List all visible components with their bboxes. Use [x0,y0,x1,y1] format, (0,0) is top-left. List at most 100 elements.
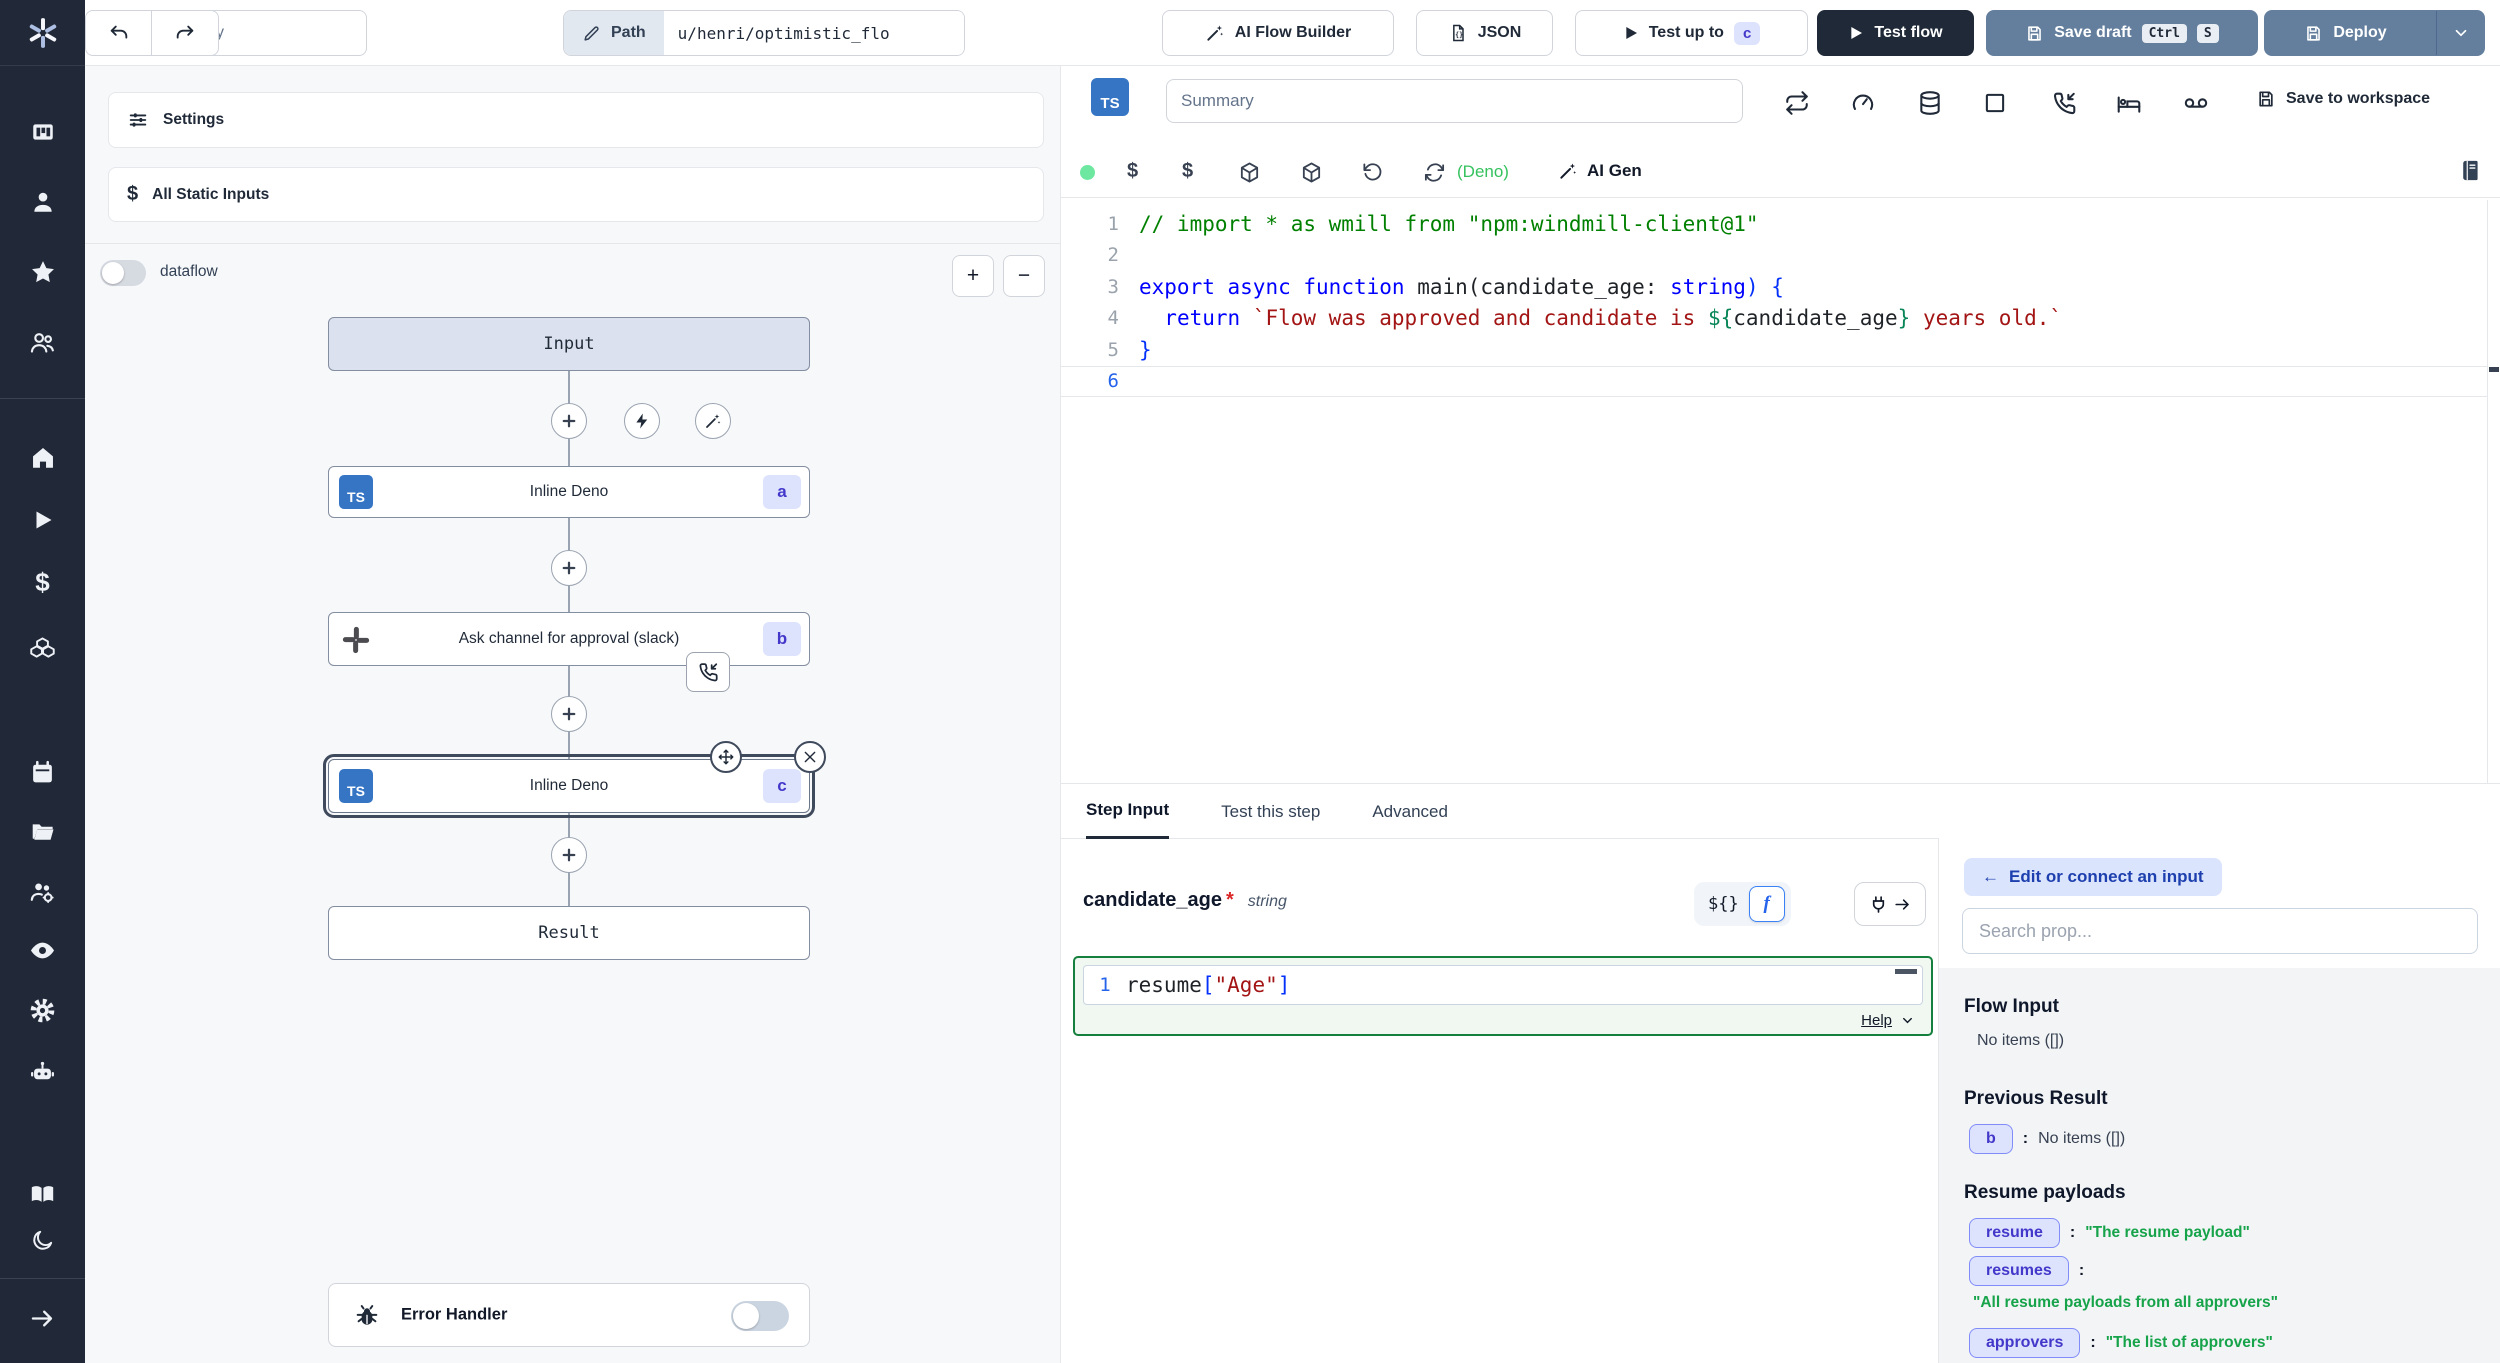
flow-settings-row[interactable]: Settings [108,92,1044,148]
line-number: 3 [1061,276,1119,298]
add-trigger-button[interactable] [624,403,660,439]
template-mode-button[interactable]: ${} [1708,894,1739,914]
deploy-dropdown-button[interactable] [2436,11,2484,55]
help-link[interactable]: Help [1861,1012,1892,1029]
add-step-button[interactable] [551,837,587,873]
deploy-button[interactable]: Deploy [2265,11,2426,55]
node-id-badge: a [763,475,801,509]
settings-gear-icon[interactable] [29,996,57,1024]
chevron-down-icon [2452,24,2470,42]
bot-icon[interactable] [29,1058,57,1086]
edit-or-connect-button[interactable]: ← Edit or connect an input [1964,858,2222,896]
code-line[interactable]: 5} [1061,334,2487,366]
apps-icon[interactable] [29,118,57,146]
ai-gen-button[interactable]: AI Gen [1558,161,1642,181]
test-up-to-button[interactable]: Test up to c [1575,10,1808,56]
error-handler-toggle[interactable] [731,1301,789,1331]
docs-book-icon[interactable] [29,1180,57,1208]
zoom-in-button[interactable]: + [952,255,994,297]
windmill-logo-icon [26,16,60,50]
dark-mode-moon-icon[interactable] [29,1226,57,1254]
deno-language-label[interactable]: (Deno) [1457,162,1509,182]
early-stop-square-icon[interactable] [1982,90,2008,116]
expression-editor[interactable]: 1 resume["Age"] [1083,965,1923,1005]
path-input[interactable] [664,11,964,55]
user-icon[interactable] [29,188,57,216]
audit-eye-icon[interactable] [29,936,57,964]
all-static-inputs-row[interactable]: $ All Static Inputs [108,167,1044,222]
reset-history-icon[interactable] [1361,161,1384,184]
move-node-button[interactable] [710,741,742,773]
mock-voicemail-icon[interactable] [2183,90,2209,116]
flow-graph-panel: Settings $ All Static Inputs dataflow + … [85,66,1060,1363]
refresh-language-icon[interactable] [1423,161,1446,184]
undo-button[interactable] [86,11,152,55]
flow-node-b[interactable]: Ask channel for approval (slack) b [328,612,810,666]
expand-arrow-icon[interactable] [29,1304,57,1332]
step-summary-input[interactable] [1166,79,1743,123]
retry-icon[interactable] [1784,90,1810,116]
approvers-row: approvers : "The list of approvers" [1969,1328,2273,1358]
contextual-variable-dollar-icon[interactable]: $ [1182,160,1193,183]
variable-dollar-icon[interactable]: $ [1127,160,1138,183]
test-flow-button[interactable]: Test flow [1817,10,1974,56]
mini-scrollbar[interactable] [1895,969,1917,974]
script-library-icon[interactable] [2459,159,2482,182]
code-line[interactable]: 3export async function main(candidate_ag… [1061,271,2487,303]
prop-badge-resumes[interactable]: resumes [1969,1256,2069,1286]
windmill-logo[interactable] [0,0,85,66]
required-asterisk: * [1226,889,1234,912]
prop-badge-b[interactable]: b [1969,1124,2013,1154]
workers-icon[interactable] [29,878,57,906]
suspend-phone-incoming-icon[interactable] [2051,90,2077,116]
code-line[interactable]: 4 return `Flow was approved and candidat… [1061,303,2487,335]
dataflow-toggle[interactable] [100,260,146,286]
zoom-out-button[interactable]: − [1003,255,1045,297]
flow-node-input[interactable]: Input [328,317,810,371]
redo-icon [174,22,196,44]
prop-badge-approvers[interactable]: approvers [1969,1328,2080,1358]
code-line[interactable]: 2 [1061,240,2487,272]
save-draft-button[interactable]: Save draft Ctrl S [1986,10,2258,56]
search-prop-input[interactable] [1962,908,2478,954]
resources-boxes-icon[interactable] [29,632,57,660]
code-line[interactable]: 1// import * as wmill from "npm:windmill… [1061,208,2487,240]
ai-add-step-button[interactable] [695,403,731,439]
flow-node-a[interactable]: TS Inline Deno a [328,466,810,518]
add-step-button[interactable] [551,696,587,732]
folders-icon[interactable] [29,818,57,846]
schedules-calendar-icon[interactable] [29,758,57,786]
sleep-bed-icon[interactable] [2116,90,2142,116]
expression-editor-box[interactable]: 1 resume["Age"] Help [1073,956,1933,1036]
code-editor[interactable]: 1// import * as wmill from "npm:windmill… [1061,208,2487,397]
variables-dollar-icon[interactable]: $ [29,568,57,596]
editor-scroll-gutter[interactable] [2487,200,2488,783]
plus-icon [560,705,578,723]
star-icon[interactable] [29,258,57,286]
save-to-workspace-button[interactable]: Save to workspace [2256,89,2430,109]
redo-button[interactable] [152,11,218,55]
path-label[interactable]: Path [564,11,664,55]
users-group-icon[interactable] [29,328,57,356]
add-step-button[interactable] [551,403,587,439]
concurrency-gauge-icon[interactable] [1850,90,1876,116]
delete-node-button[interactable] [794,741,826,773]
code-line[interactable]: 6 [1061,366,2487,398]
tab-advanced[interactable]: Advanced [1372,784,1448,839]
tab-test-this-step[interactable]: Test this step [1221,784,1320,839]
ai-flow-builder-button[interactable]: AI Flow Builder [1162,10,1394,56]
runs-play-icon[interactable] [29,506,57,534]
resource-type-cube-icon[interactable] [1300,161,1323,184]
tab-step-input[interactable]: Step Input [1086,784,1169,839]
prop-badge-resume[interactable]: resume [1969,1218,2060,1248]
connect-input-button[interactable] [1854,882,1926,926]
home-icon[interactable] [29,444,57,472]
flow-node-result[interactable]: Result [328,906,810,960]
json-button[interactable]: {} JSON [1416,10,1553,56]
chevron-down-icon [1900,1013,1915,1028]
error-handler-row[interactable]: Error Handler [328,1283,810,1347]
resource-cube-icon[interactable] [1238,161,1261,184]
cache-database-icon[interactable] [1917,90,1943,116]
javascript-mode-button[interactable]: f [1749,886,1785,922]
add-step-button[interactable] [551,550,587,586]
